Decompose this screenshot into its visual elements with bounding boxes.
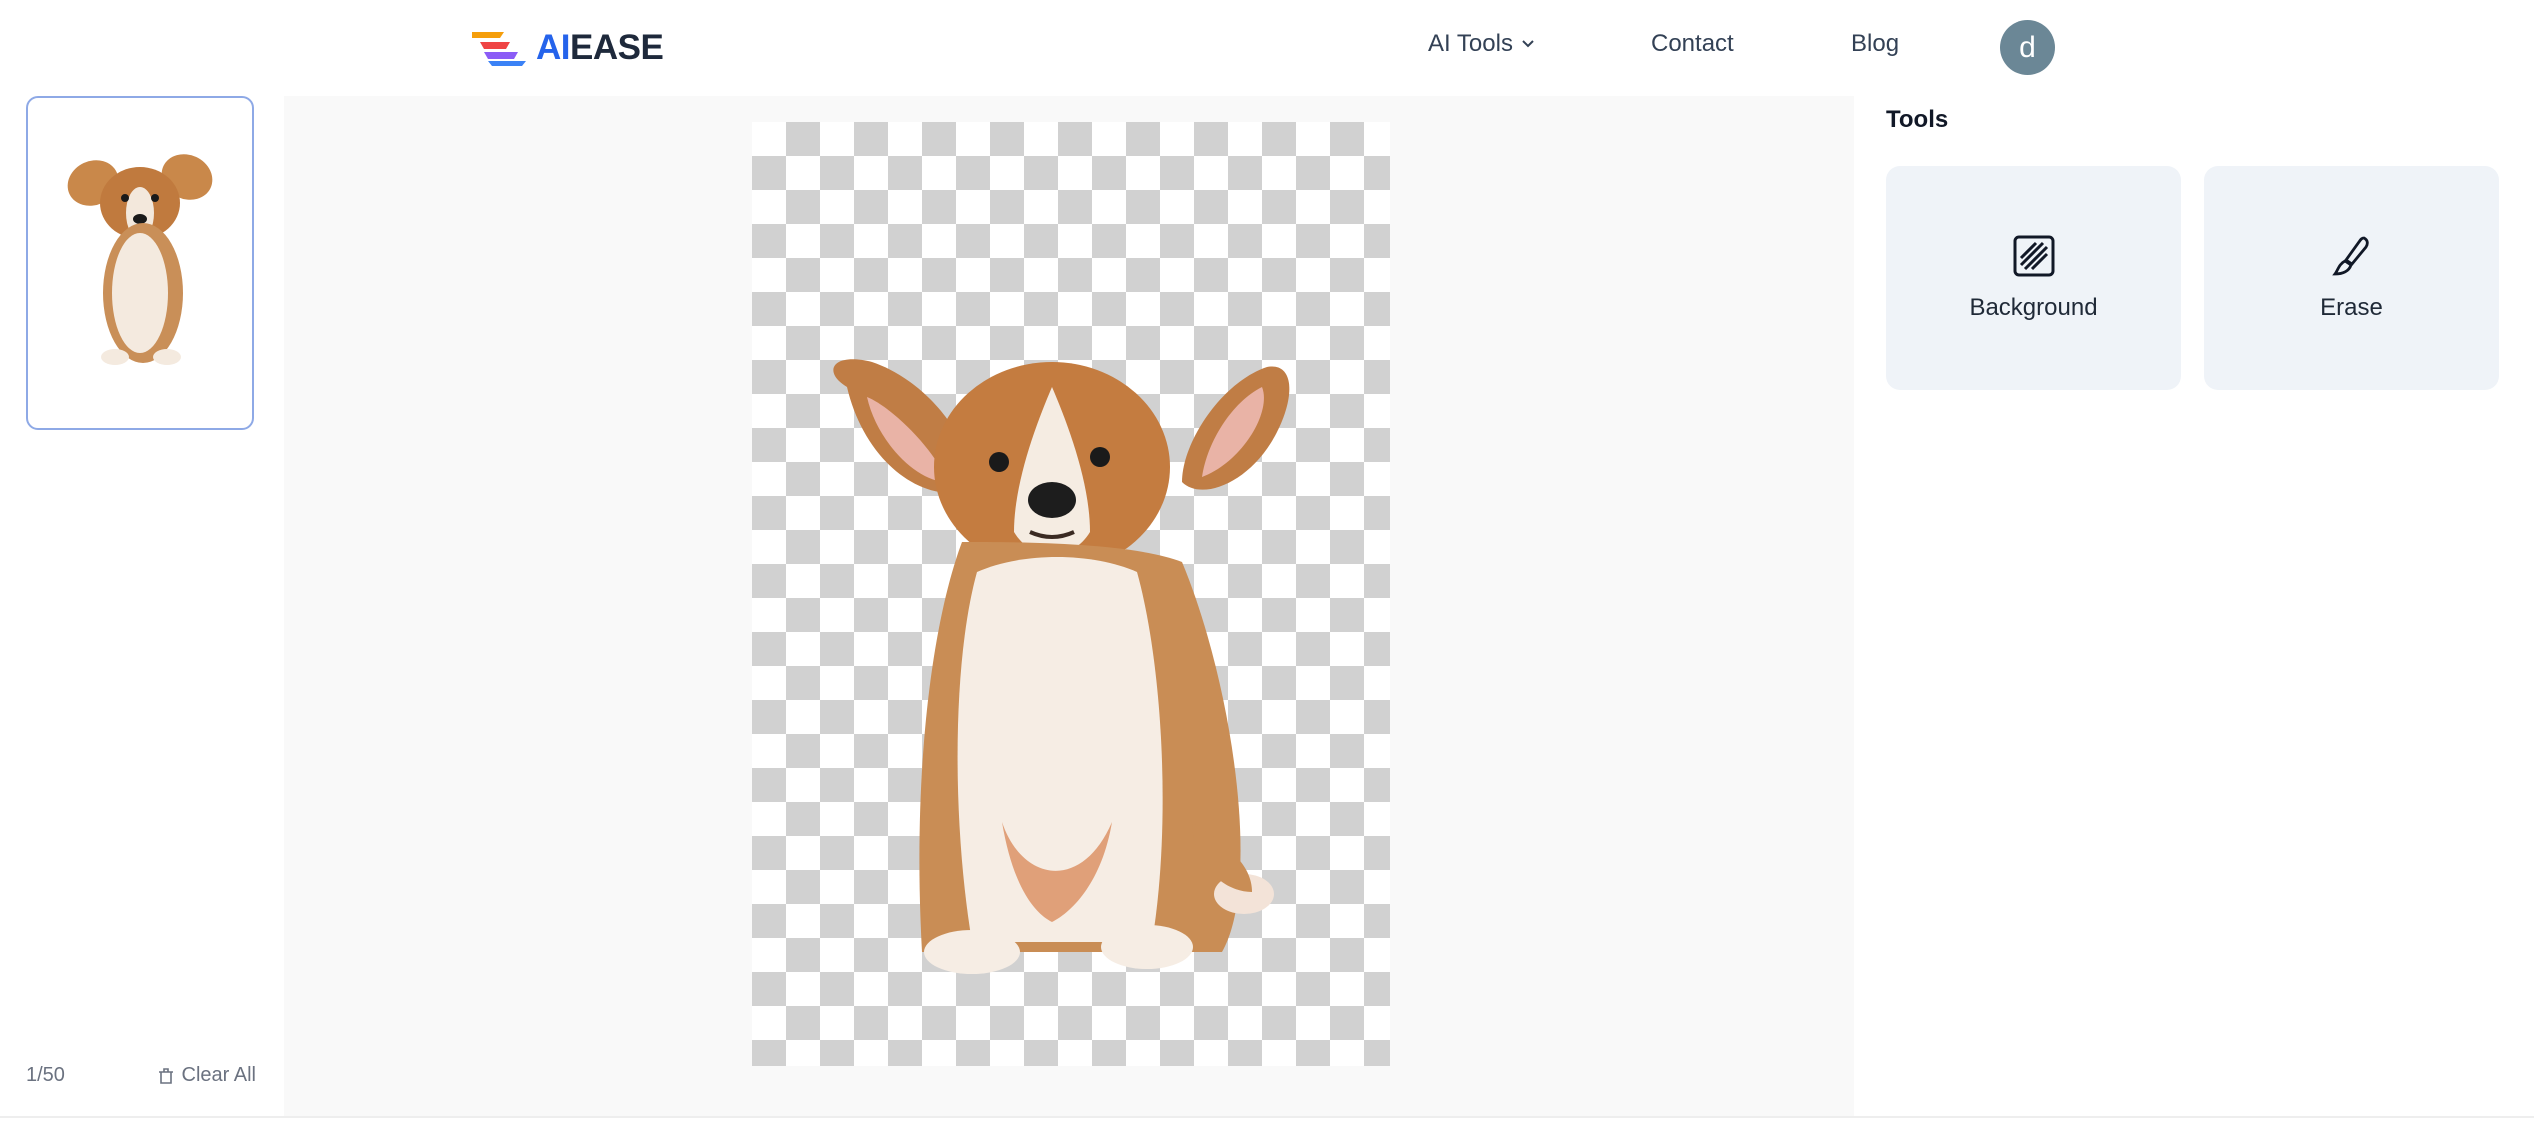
edited-image[interactable]	[752, 122, 1390, 1066]
nav-blog[interactable]: Blog	[1851, 30, 1899, 58]
trash-icon	[158, 1067, 173, 1084]
aiease-logo[interactable]: AIEASE	[470, 26, 664, 70]
tools-title: Tools	[1886, 106, 1949, 133]
editor-canvas[interactable]	[284, 96, 1854, 1116]
nav-ai-tools[interactable]: AI Tools	[1428, 30, 1537, 58]
image-thumbnail[interactable]	[26, 96, 254, 430]
erase-tool-button[interactable]: Erase	[2204, 166, 2499, 390]
image-counter: 1/50	[26, 1064, 65, 1086]
tools-panel: Tools Background Erase	[1854, 96, 2534, 1116]
avatar[interactable]: d	[2000, 20, 2055, 75]
dog-cutout-image	[833, 359, 1290, 974]
bottom-divider	[0, 1116, 2534, 1118]
background-pattern-icon	[2013, 235, 2054, 277]
image-list-panel: 1/50 Clear All	[0, 96, 284, 1116]
clear-all-label: Clear All	[181, 1064, 256, 1086]
image-list-footer: 1/50 Clear All	[26, 1064, 256, 1087]
background-tool-button[interactable]: Background	[1886, 166, 2181, 390]
nav-ai-tools-label: AI Tools	[1428, 30, 1513, 57]
chevron-down-icon	[1522, 40, 1534, 48]
background-tool-label: Background	[1969, 294, 2098, 321]
clear-all-button[interactable]: Clear All	[156, 1064, 256, 1087]
aiease-logo-icon	[472, 32, 526, 66]
nav-contact[interactable]: Contact	[1651, 30, 1734, 58]
brush-icon	[2331, 236, 2369, 276]
top-header: AIEASE AI Tools Contact Blog d	[0, 0, 2534, 96]
logo-text: AIEASE	[536, 28, 664, 67]
dog-thumbnail-image	[67, 154, 213, 365]
erase-tool-label: Erase	[2320, 294, 2383, 321]
